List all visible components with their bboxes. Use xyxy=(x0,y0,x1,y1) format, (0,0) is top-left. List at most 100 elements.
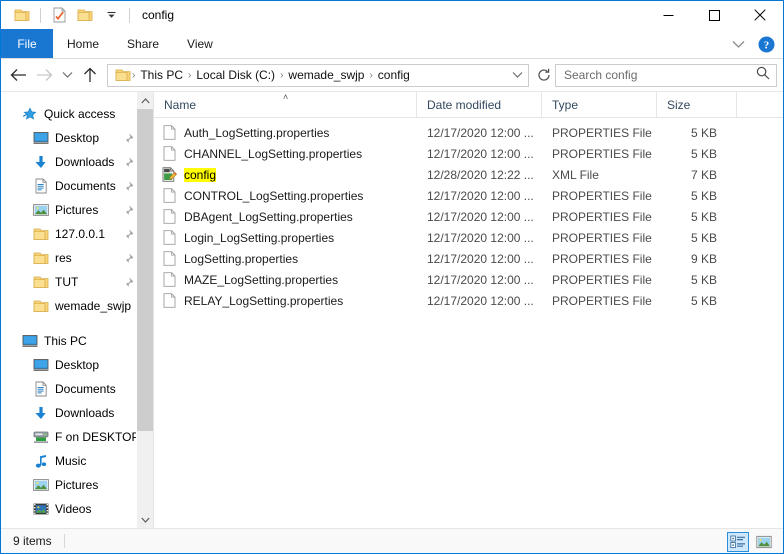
nav-item-documents-pc[interactable]: Documents xyxy=(1,377,153,401)
nav-item-res[interactable]: res xyxy=(1,246,153,270)
file-name-cell[interactable]: RELAY_LogSetting.properties xyxy=(154,293,417,309)
column-header-date-modified[interactable]: Date modified xyxy=(417,92,542,117)
chevron-down-icon[interactable] xyxy=(508,65,526,86)
file-date: 12/17/2020 12:00 ... xyxy=(427,188,534,203)
chevron-down-icon[interactable] xyxy=(98,4,124,26)
back-button[interactable] xyxy=(5,62,31,88)
file-name-cell[interactable]: CONTROL_LogSetting.properties xyxy=(154,188,417,204)
qat-separator-2 xyxy=(129,7,130,23)
nav-item-wemade-swjp[interactable]: wemade_swjp xyxy=(1,294,153,318)
file-date: 12/17/2020 12:00 ... xyxy=(427,209,534,224)
window-title: config xyxy=(142,8,175,22)
nav-item-downloads-pc[interactable]: Downloads xyxy=(1,401,153,425)
tab-home[interactable]: Home xyxy=(53,29,113,58)
properties-icon[interactable] xyxy=(46,4,72,26)
desktop-icon xyxy=(33,130,49,146)
nav-item-desktop-pc[interactable]: Desktop xyxy=(1,353,153,377)
file-date: 12/17/2020 12:00 ... xyxy=(427,125,534,140)
table-row[interactable]: CHANNEL_LogSetting.properties 12/17/2020… xyxy=(154,143,783,164)
explorer-window: config File Home Share View ? › This PC … xyxy=(0,0,784,554)
file-type: XML File xyxy=(552,167,599,182)
column-header-size[interactable]: Size xyxy=(657,92,737,117)
new-folder-icon[interactable] xyxy=(72,4,98,26)
breadcrumb-item-config[interactable]: config xyxy=(374,68,414,82)
table-row[interactable]: Login_LogSetting.properties 12/17/2020 1… xyxy=(154,227,783,248)
search-icon[interactable] xyxy=(756,66,770,85)
nav-item-pictures-pc[interactable]: Pictures xyxy=(1,473,153,497)
file-name-cell[interactable]: config xyxy=(154,167,417,183)
table-row[interactable]: LogSetting.properties 12/17/2020 12:00 .… xyxy=(154,248,783,269)
file-name-cell[interactable]: CHANNEL_LogSetting.properties xyxy=(154,146,417,162)
table-row[interactable]: config 12/28/2020 12:22 ... XML File 7 K… xyxy=(154,164,783,185)
file-size: 5 KB xyxy=(690,125,717,140)
recent-locations-button[interactable] xyxy=(57,62,77,88)
nav-label: Quick access xyxy=(44,107,116,121)
tab-view[interactable]: View xyxy=(173,29,227,58)
nav-item-local-disk-c[interactable]: Local Disk (C:) xyxy=(1,521,153,528)
nav-item-downloads-qa[interactable]: Downloads xyxy=(1,150,153,174)
tab-share[interactable]: Share xyxy=(113,29,173,58)
scrollbar-track[interactable] xyxy=(137,109,153,511)
table-row[interactable]: DBAgent_LogSetting.properties 12/17/2020… xyxy=(154,206,783,227)
details-view-button[interactable] xyxy=(727,531,749,552)
breadcrumb-item-local-disk[interactable]: Local Disk (C:) xyxy=(192,68,279,82)
ribbon-tab-bar: File Home Share View ? xyxy=(1,29,783,59)
table-row[interactable]: MAZE_LogSetting.properties 12/17/2020 12… xyxy=(154,269,783,290)
nav-group-this-pc[interactable]: This PC xyxy=(1,329,153,353)
scroll-down-button[interactable] xyxy=(137,511,153,528)
breadcrumb-bar[interactable]: › This PC › Local Disk (C:) › wemade_swj… xyxy=(107,63,529,87)
nav-label: res xyxy=(55,251,72,265)
file-name-cell[interactable]: DBAgent_LogSetting.properties xyxy=(154,209,417,225)
file-size: 5 KB xyxy=(690,230,717,245)
minimize-button[interactable] xyxy=(645,1,691,29)
file-name: RELAY_LogSetting.properties xyxy=(184,293,344,308)
table-row[interactable]: CONTROL_LogSetting.properties 12/17/2020… xyxy=(154,185,783,206)
table-row[interactable]: RELAY_LogSetting.properties 12/17/2020 1… xyxy=(154,290,783,311)
file-date: 12/17/2020 12:00 ... xyxy=(427,251,534,266)
file-name-cell[interactable]: Auth_LogSetting.properties xyxy=(154,125,417,141)
status-separator xyxy=(63,534,65,548)
folder-icon xyxy=(33,226,49,242)
scrollbar-thumb[interactable] xyxy=(137,109,153,431)
nav-item-127-0-0-1[interactable]: 127.0.0.1 xyxy=(1,222,153,246)
large-icons-view-button[interactable] xyxy=(753,532,775,552)
file-name: Auth_LogSetting.properties xyxy=(184,125,330,140)
nav-item-documents-qa[interactable]: Documents xyxy=(1,174,153,198)
nav-label: Videos xyxy=(55,502,92,516)
file-name-cell[interactable]: LogSetting.properties xyxy=(154,251,417,267)
file-size: 5 KB xyxy=(690,209,717,224)
maximize-button[interactable] xyxy=(691,1,737,29)
up-button[interactable] xyxy=(77,62,103,88)
nav-label: TUT xyxy=(55,275,79,289)
search-box[interactable] xyxy=(555,63,777,87)
breadcrumb-item-this-pc[interactable]: This PC xyxy=(136,68,187,82)
nav-label: Desktop xyxy=(55,131,100,145)
refresh-button[interactable] xyxy=(533,64,555,87)
nav-item-videos[interactable]: Videos xyxy=(1,497,153,521)
file-type: PROPERTIES File xyxy=(552,272,652,287)
quick-access-toolbar xyxy=(1,4,135,26)
scroll-up-button[interactable] xyxy=(137,92,153,109)
folder-icon[interactable] xyxy=(9,4,35,26)
navigation-scrollbar[interactable] xyxy=(136,92,153,528)
nav-item-pictures-qa[interactable]: Pictures xyxy=(1,198,153,222)
nav-item-f-on-desktop-b[interactable]: F on DESKTOP-B xyxy=(1,425,153,449)
nav-item-desktop-qa[interactable]: Desktop xyxy=(1,126,153,150)
tab-file[interactable]: File xyxy=(1,29,53,58)
breadcrumb-item-wemade-swjp[interactable]: wemade_swjp xyxy=(284,68,368,82)
column-header-type[interactable]: Type xyxy=(542,92,657,117)
help-icon[interactable]: ? xyxy=(753,31,779,57)
nav-item-tut[interactable]: TUT xyxy=(1,270,153,294)
nav-group-quick-access[interactable]: Quick access xyxy=(1,102,153,126)
close-button[interactable] xyxy=(737,1,783,29)
search-input[interactable] xyxy=(564,68,756,82)
file-name-cell[interactable]: MAZE_LogSetting.properties xyxy=(154,272,417,288)
folder-icon xyxy=(33,250,49,266)
nav-label: Documents xyxy=(55,179,116,193)
table-row[interactable]: Auth_LogSetting.properties 12/17/2020 12… xyxy=(154,122,783,143)
chevron-down-icon[interactable] xyxy=(725,31,751,57)
file-name-cell[interactable]: Login_LogSetting.properties xyxy=(154,230,417,246)
navigation-pane: Quick access Desktop Downloads Documents… xyxy=(1,92,153,528)
nav-item-music[interactable]: Music xyxy=(1,449,153,473)
file-size: 9 KB xyxy=(690,251,717,266)
